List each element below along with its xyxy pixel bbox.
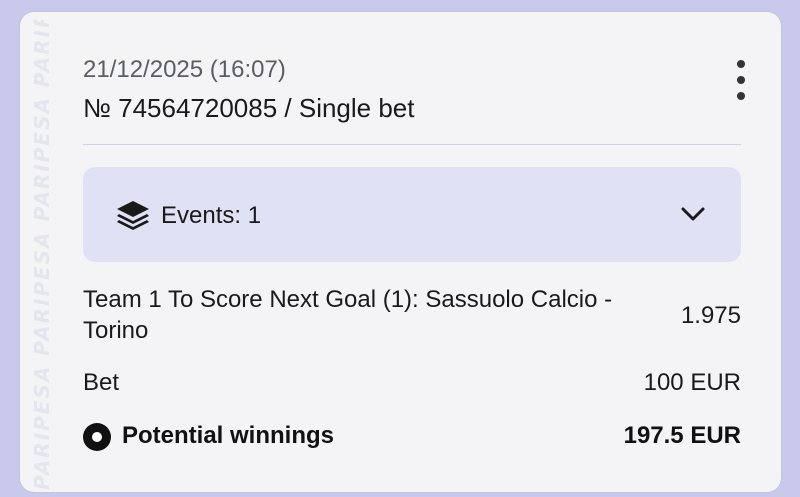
bet-label: Bet <box>83 369 120 396</box>
potential-winnings-label: Potential winnings <box>122 422 335 449</box>
odds-value: 1.975 <box>680 302 741 329</box>
watermark-text: PARIPESA PARIPESA PARIPESA PARIPESA <box>30 20 54 490</box>
kebab-menu-icon[interactable] <box>729 60 753 100</box>
events-toggle[interactable]: Events: 1 <box>83 167 741 262</box>
event-name: Team 1 To Score Next Goal (1): Sassuolo … <box>83 286 613 344</box>
bet-date: 21/12/2025 (16:07) <box>83 56 286 83</box>
layers-icon <box>117 201 149 230</box>
potential-winnings-amount: 197.5 EUR <box>623 422 741 449</box>
watermark: PARIPESA PARIPESA PARIPESA PARIPESA <box>28 20 58 490</box>
chevron-down-icon[interactable] <box>680 204 706 224</box>
events-label: Events: 1 <box>161 202 262 229</box>
ticket-number: № 74564720085 / Single bet <box>83 93 415 123</box>
radio-dot-icon <box>83 423 111 451</box>
divider <box>83 144 741 145</box>
bet-amount: 100 EUR <box>643 369 741 396</box>
